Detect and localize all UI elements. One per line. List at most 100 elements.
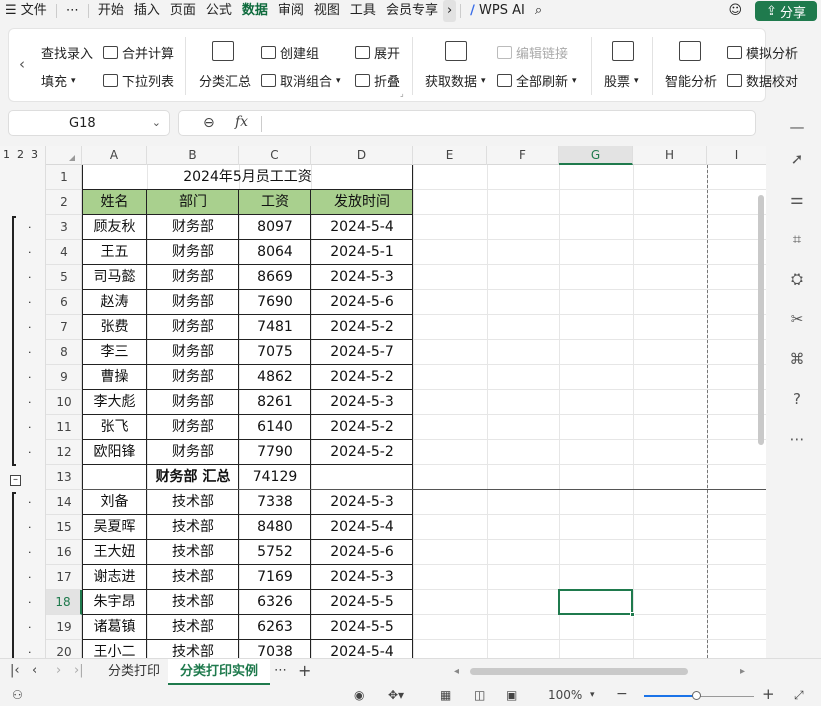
smart-analysis-button[interactable]: 智能分析 bbox=[665, 71, 717, 90]
ungroup-button[interactable]: 取消组合 ▾ bbox=[261, 71, 341, 90]
subtotal-cell[interactable]: 74129 bbox=[239, 465, 311, 490]
column-header-g[interactable]: G bbox=[559, 146, 633, 165]
row-header[interactable]: 9 bbox=[46, 365, 82, 390]
merge-calc-button[interactable]: 合并计算 bbox=[103, 43, 174, 62]
row-header[interactable]: 1 bbox=[46, 165, 82, 190]
page-break-view-icon[interactable]: ▣ bbox=[506, 688, 517, 702]
wps-ai-button[interactable]: ∕ WPS AI bbox=[465, 0, 530, 22]
outline-dot[interactable]: · bbox=[28, 221, 32, 234]
table-cell[interactable]: 8097 bbox=[239, 215, 311, 240]
table-cell[interactable]: 2024-5-4 bbox=[311, 640, 413, 658]
table-cell[interactable]: 技术部 bbox=[147, 515, 239, 540]
outline-dot[interactable]: · bbox=[28, 646, 32, 658]
table-cell[interactable]: 7481 bbox=[239, 315, 311, 340]
row-header[interactable]: 14 bbox=[46, 490, 82, 515]
table-cell[interactable]: 财务部 bbox=[147, 440, 239, 465]
tab-insert[interactable]: 插入 bbox=[129, 0, 165, 22]
outline-level-3[interactable]: 3 bbox=[31, 148, 38, 161]
table-cell[interactable]: 5752 bbox=[239, 540, 311, 565]
table-cell[interactable]: 7690 bbox=[239, 290, 311, 315]
outline-dot[interactable]: · bbox=[28, 496, 32, 509]
minus-icon[interactable]: — bbox=[788, 118, 806, 136]
table-cell[interactable]: 2024-5-3 bbox=[311, 265, 413, 290]
chart-icon[interactable]: ⛭ bbox=[788, 270, 806, 288]
table-cell[interactable]: 吴夏晖 bbox=[82, 515, 147, 540]
scroll-left-icon[interactable]: ◂ bbox=[454, 666, 459, 677]
formula-input[interactable]: ⊖ fx bbox=[178, 110, 756, 136]
outline-dot[interactable]: · bbox=[28, 546, 32, 559]
table-cell[interactable]: 王小二 bbox=[82, 640, 147, 658]
outline-dot[interactable]: · bbox=[28, 571, 32, 584]
book-icon[interactable]: ⌘ bbox=[788, 350, 806, 368]
table-cell[interactable]: 2024-5-2 bbox=[311, 440, 413, 465]
table-cell[interactable]: 财务部 bbox=[147, 365, 239, 390]
table-cell[interactable]: 2024-5-3 bbox=[311, 565, 413, 590]
fill-button[interactable]: 填充 ▾ bbox=[41, 71, 76, 90]
table-cell[interactable]: 8480 bbox=[239, 515, 311, 540]
table-cell[interactable]: 2024-5-6 bbox=[311, 540, 413, 565]
table-cell[interactable]: 技术部 bbox=[147, 490, 239, 515]
column-header-c[interactable]: C bbox=[239, 146, 311, 165]
outline-dot[interactable]: · bbox=[28, 296, 32, 309]
find-entry-button[interactable]: 查找录入 bbox=[41, 43, 93, 62]
tab-tools[interactable]: 工具 bbox=[345, 0, 381, 22]
table-cell[interactable]: 6263 bbox=[239, 615, 311, 640]
subtotal-button[interactable]: 分类汇总 bbox=[199, 71, 251, 90]
table-cell[interactable]: 技术部 bbox=[147, 640, 239, 658]
outline-level-2[interactable]: 2 bbox=[17, 148, 24, 161]
next-sheet-icon[interactable]: › bbox=[56, 663, 61, 678]
table-cell[interactable]: 2024-5-6 bbox=[311, 290, 413, 315]
sheet-title[interactable]: 2024年5月员工工资 bbox=[82, 165, 413, 190]
cell-area[interactable]: 2024年5月员工工资 姓名 部门 工资 发放时间 顾友秋 财务部 8097 2024-5-4 王… bbox=[82, 165, 766, 658]
row-header[interactable]: 20 bbox=[46, 640, 82, 658]
search-icon[interactable]: ⌕ bbox=[530, 0, 547, 22]
ribbon-scroll-left-icon[interactable]: ‹ bbox=[19, 55, 25, 73]
table-cell[interactable]: 财务部 bbox=[147, 290, 239, 315]
table-cell[interactable]: 谢志进 bbox=[82, 565, 147, 590]
table-cell[interactable]: 财务部 bbox=[147, 215, 239, 240]
refresh-all-button[interactable]: 全部刷新 ▾ bbox=[497, 71, 577, 90]
selected-cell[interactable] bbox=[558, 589, 635, 617]
table-cell[interactable]: 财务部 bbox=[147, 265, 239, 290]
column-header-e[interactable]: E bbox=[413, 146, 487, 165]
row-header[interactable]: 12 bbox=[46, 440, 82, 465]
table-cell[interactable]: 张费 bbox=[82, 315, 147, 340]
table-cell[interactable]: 欧阳锋 bbox=[82, 440, 147, 465]
row-header[interactable]: 19 bbox=[46, 615, 82, 640]
outline-dot[interactable]: · bbox=[28, 246, 32, 259]
file-menu[interactable]: ☰ 文件 bbox=[0, 0, 52, 22]
tab-member[interactable]: 会员专享 bbox=[381, 0, 443, 22]
tab-home[interactable]: 开始 bbox=[93, 0, 129, 22]
table-cell[interactable]: 8669 bbox=[239, 265, 311, 290]
fullscreen-icon[interactable]: ⤢ bbox=[794, 688, 804, 703]
table-cell[interactable]: 2024-5-2 bbox=[311, 315, 413, 340]
page-layout-icon[interactable]: ◫ bbox=[474, 688, 485, 702]
cursor-icon[interactable]: ➚ bbox=[788, 150, 806, 168]
stocks-button[interactable]: 股票 ▾ bbox=[604, 71, 639, 90]
table-cell[interactable]: 8064 bbox=[239, 240, 311, 265]
table-cell[interactable]: 8261 bbox=[239, 390, 311, 415]
normal-view-icon[interactable]: ▦ bbox=[440, 688, 451, 702]
column-header-i[interactable]: I bbox=[707, 146, 766, 165]
row-header[interactable]: 18 bbox=[46, 590, 82, 615]
tab-view[interactable]: 视图 bbox=[309, 0, 345, 22]
table-cell[interactable]: 李大彪 bbox=[82, 390, 147, 415]
zoom-search-icon[interactable]: ⊖ bbox=[203, 115, 215, 131]
expand-button[interactable]: 展开 bbox=[355, 43, 400, 62]
zoom-in-icon[interactable]: + bbox=[762, 685, 775, 703]
outline-dot[interactable]: · bbox=[28, 271, 32, 284]
table-cell[interactable]: 赵涛 bbox=[82, 290, 147, 315]
table-cell[interactable]: 7075 bbox=[239, 340, 311, 365]
row-header[interactable]: 13 bbox=[46, 465, 82, 490]
share-button[interactable]: ⇪ 分享 bbox=[755, 1, 817, 21]
create-group-button[interactable]: 创建组 bbox=[261, 43, 319, 62]
table-cell[interactable]: 2024-5-1 bbox=[311, 240, 413, 265]
dropdown-list-button[interactable]: 下拉列表 bbox=[103, 71, 174, 90]
table-cell[interactable]: 6140 bbox=[239, 415, 311, 440]
crop-icon[interactable]: ⌗ bbox=[788, 230, 806, 248]
collapse-button[interactable]: 折叠 bbox=[355, 71, 400, 90]
zoom-value[interactable]: 100% bbox=[548, 688, 582, 702]
table-cell[interactable]: 2024-5-5 bbox=[311, 615, 413, 640]
outline-dot[interactable]: · bbox=[28, 421, 32, 434]
table-header-cell[interactable]: 发放时间 bbox=[311, 190, 413, 215]
